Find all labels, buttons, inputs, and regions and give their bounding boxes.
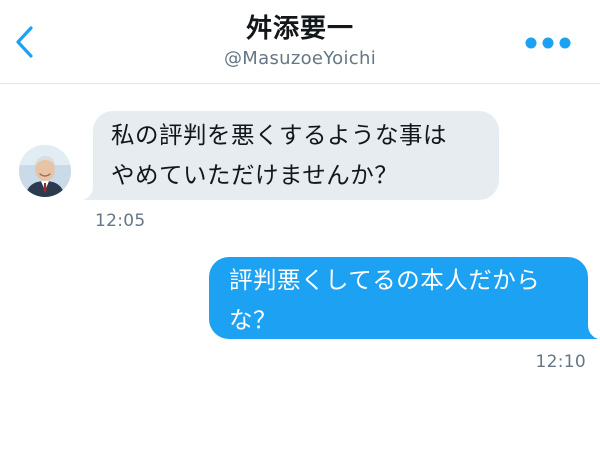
incoming-message-bubble[interactable]: 私の評判を悪くするような事は やめていただけませんか？	[83, 111, 499, 200]
bubble-tail	[83, 186, 97, 200]
more-horizontal-icon	[525, 37, 571, 49]
more-options-button[interactable]	[524, 36, 572, 50]
message-text-line: 私の評判を悪くするような事は	[111, 121, 447, 149]
conversation-header: 舛添要一 @MasuzoeYoichi	[0, 0, 600, 84]
message-timestamp: 12:05	[95, 211, 146, 231]
message-text-line: な？	[229, 306, 277, 334]
message-text-line: やめていただけませんか？	[111, 161, 399, 189]
conversation-title: 舛添要一	[245, 14, 354, 44]
conversation-handle: @MasuzoeYoichi	[223, 48, 376, 69]
outgoing-message-bubble[interactable]: 評判悪くしてるの本人だから な？	[209, 257, 598, 339]
message-text-line: 評判悪くしてるの本人だから	[229, 266, 541, 294]
message-timestamp: 12:10	[535, 352, 586, 372]
avatar[interactable]	[19, 145, 71, 197]
bubble-tail	[584, 325, 598, 339]
